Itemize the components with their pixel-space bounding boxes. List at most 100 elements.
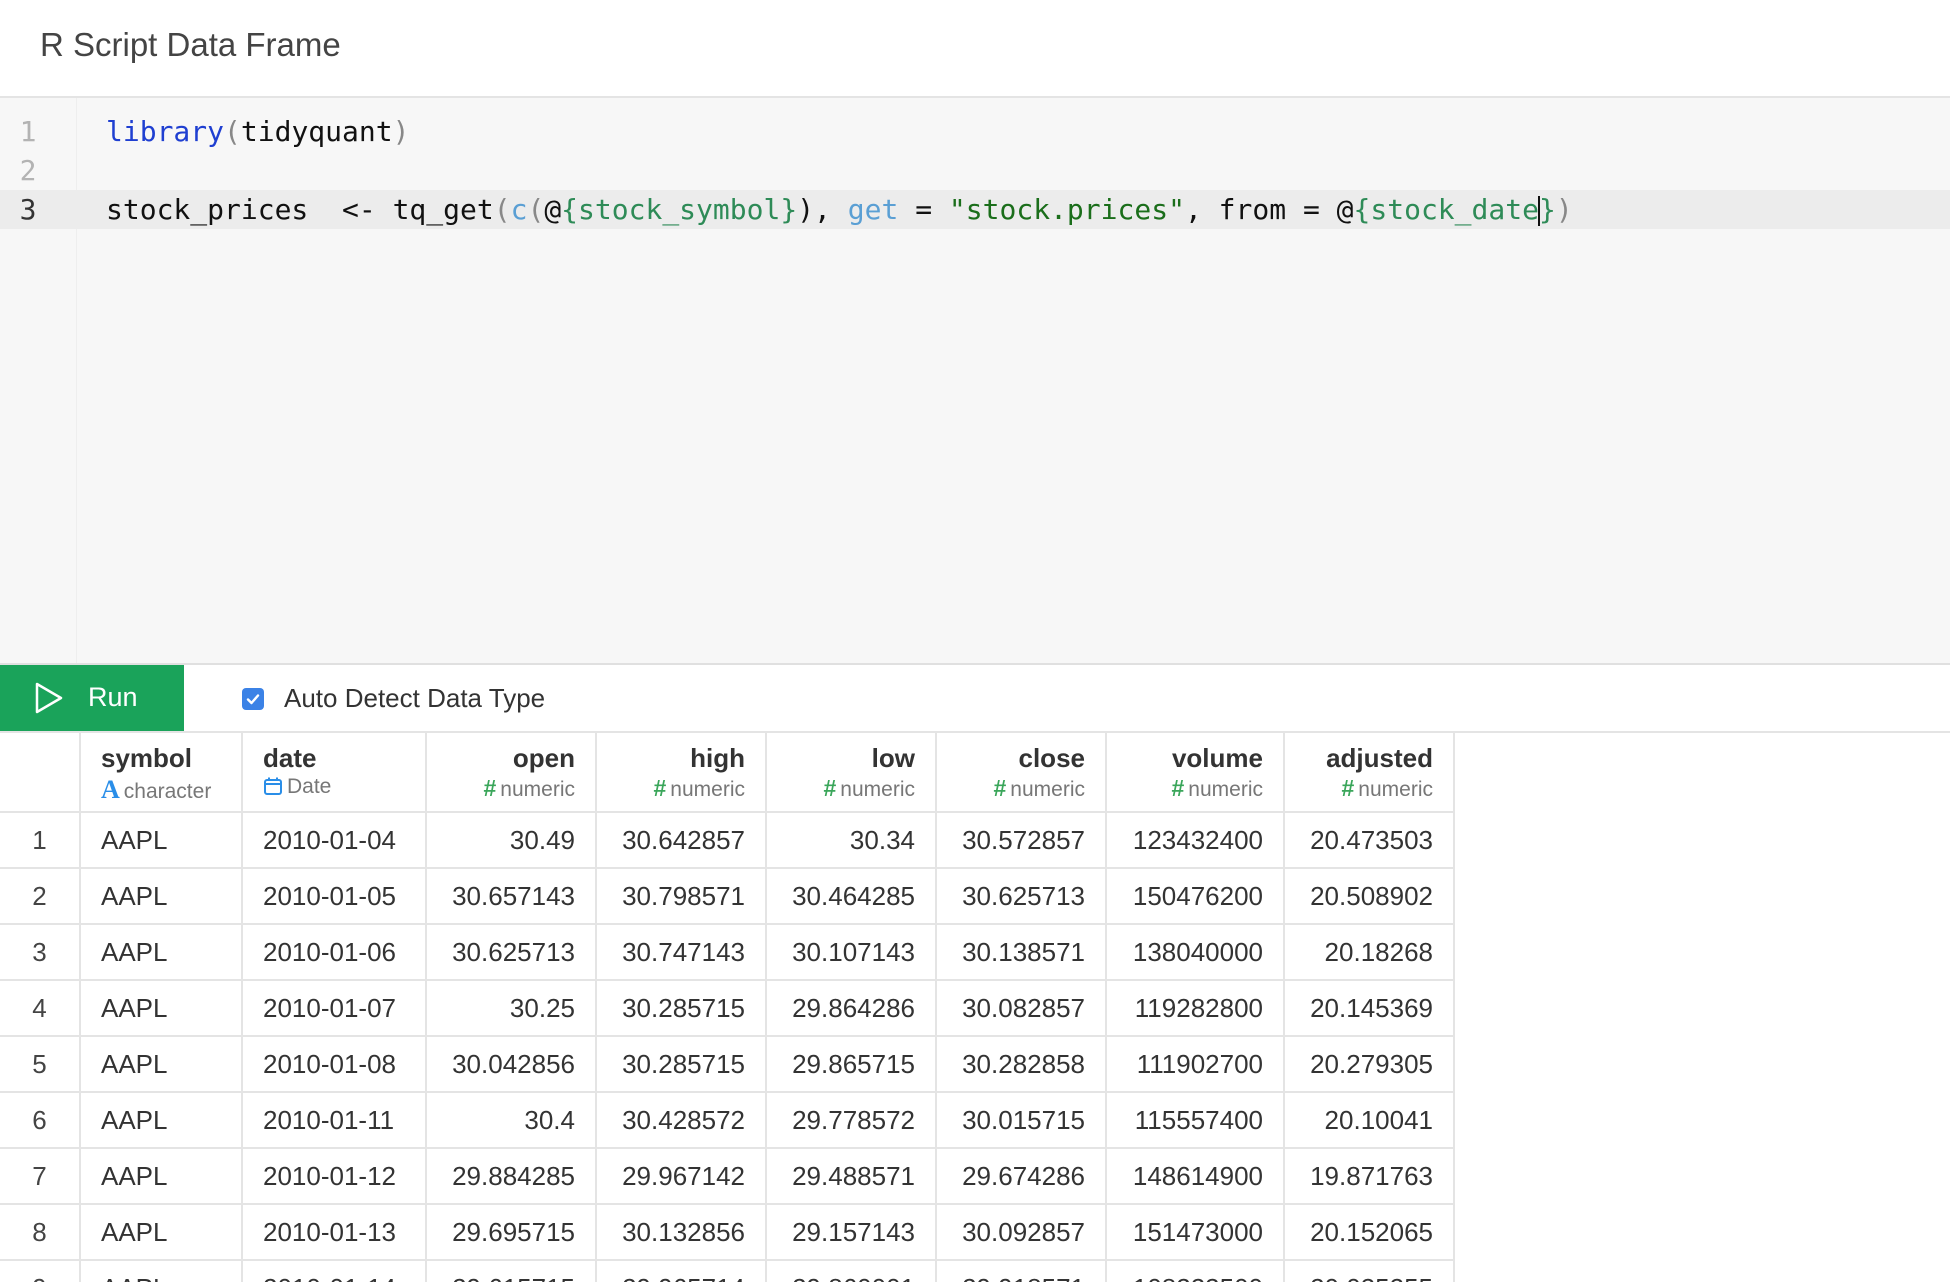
cell-low[interactable]: 29.865715 — [766, 1036, 937, 1093]
cell-high[interactable]: 30.747143 — [596, 924, 767, 981]
cell-volume[interactable]: 111902700 — [1106, 1036, 1285, 1093]
cell-low[interactable]: 29.864286 — [766, 980, 937, 1037]
cell-volume[interactable]: 151473000 — [1106, 1204, 1285, 1261]
row-number[interactable]: 9 — [0, 1260, 81, 1282]
cell-open[interactable]: 30.49 — [426, 812, 597, 869]
row-number[interactable]: 4 — [0, 980, 81, 1037]
cell-volume[interactable]: 148614900 — [1106, 1148, 1285, 1205]
column-header-volume[interactable]: volume # numeric — [1106, 733, 1285, 813]
cell-symbol[interactable]: AAPL — [80, 1260, 243, 1282]
auto-detect-checkbox[interactable] — [242, 688, 264, 710]
cell-open[interactable]: 29.695715 — [426, 1204, 597, 1261]
cell-volume[interactable]: 138040000 — [1106, 924, 1285, 981]
cell-low[interactable]: 30.464285 — [766, 868, 937, 925]
cell-volume[interactable]: 123432400 — [1106, 812, 1285, 869]
cell-symbol[interactable]: AAPL — [80, 812, 243, 869]
cell-low[interactable]: 30.34 — [766, 812, 937, 869]
column-header-high[interactable]: high # numeric — [596, 733, 767, 813]
cell-close[interactable]: 29.674286 — [936, 1148, 1107, 1205]
cell-close[interactable]: 30.282858 — [936, 1036, 1107, 1093]
cell-open[interactable]: 30.657143 — [426, 868, 597, 925]
row-number[interactable]: 7 — [0, 1148, 81, 1205]
cell-symbol[interactable]: AAPL — [80, 980, 243, 1037]
cell-low[interactable]: 29.157143 — [766, 1204, 937, 1261]
cell-date[interactable]: 2010-01-12 — [242, 1148, 427, 1205]
cell-symbol[interactable]: AAPL — [80, 1148, 243, 1205]
cell-close[interactable]: 30.082857 — [936, 980, 1107, 1037]
cell-high[interactable]: 30.428572 — [596, 1092, 767, 1149]
cell-adjusted[interactable]: 20.152065 — [1284, 1204, 1455, 1261]
column-header-low[interactable]: low # numeric — [766, 733, 937, 813]
cell-date[interactable]: 2010-01-07 — [242, 980, 427, 1037]
cell-date[interactable]: 2010-01-05 — [242, 868, 427, 925]
cell-high[interactable]: 30.798571 — [596, 868, 767, 925]
column-header-open[interactable]: open # numeric — [426, 733, 597, 813]
cell-volume[interactable]: 150476200 — [1106, 868, 1285, 925]
cell-open[interactable]: 30.625713 — [426, 924, 597, 981]
cell-symbol[interactable]: AAPL — [80, 1036, 243, 1093]
cell-adjusted[interactable]: 20.508902 — [1284, 868, 1455, 925]
cell-volume[interactable]: 108223500 — [1106, 1260, 1285, 1282]
cell-adjusted[interactable]: 20.18268 — [1284, 924, 1455, 981]
code-line[interactable]: stock_prices <- tq_get(c(@{stock_symbol}… — [0, 190, 1950, 229]
cell-high[interactable]: 29.965714 — [596, 1260, 767, 1282]
cell-date[interactable]: 2010-01-06 — [242, 924, 427, 981]
cell-close[interactable]: 30.015715 — [936, 1092, 1107, 1149]
cell-date[interactable]: 2010-01-11 — [242, 1092, 427, 1149]
cell-low[interactable]: 29.860001 — [766, 1260, 937, 1282]
column-header-adjusted[interactable]: adjusted # numeric — [1284, 733, 1455, 813]
checkmark-icon — [246, 694, 260, 705]
cell-open[interactable]: 29.884285 — [426, 1148, 597, 1205]
cell-adjusted[interactable]: 19.871763 — [1284, 1148, 1455, 1205]
cell-high[interactable]: 30.132856 — [596, 1204, 767, 1261]
table-row: 2 AAPL 2010-01-05 30.657143 30.798571 30.4642… — [0, 868, 1455, 925]
cell-date[interactable]: 2010-01-08 — [242, 1036, 427, 1093]
cell-low[interactable]: 29.488571 — [766, 1148, 937, 1205]
run-button[interactable]: Run — [0, 665, 184, 731]
cell-date[interactable]: 2010-01-14 — [242, 1260, 427, 1282]
cell-symbol[interactable]: AAPL — [80, 1092, 243, 1149]
table-row: 1 AAPL 2010-01-04 30.49 30.642857 30.34 30.572… — [0, 812, 1455, 869]
cell-close[interactable]: 30.138571 — [936, 924, 1107, 981]
cell-symbol[interactable]: AAPL — [80, 868, 243, 925]
code-line[interactable]: library(tidyquant) — [0, 112, 1950, 151]
cell-date[interactable]: 2010-01-04 — [242, 812, 427, 869]
row-number[interactable]: 8 — [0, 1204, 81, 1261]
cell-close[interactable]: 30.092857 — [936, 1204, 1107, 1261]
code-line[interactable] — [0, 151, 1950, 190]
cell-close[interactable]: 30.625713 — [936, 868, 1107, 925]
cell-low[interactable]: 29.778572 — [766, 1092, 937, 1149]
column-header-date[interactable]: date Date — [242, 733, 427, 813]
row-number[interactable]: 3 — [0, 924, 81, 981]
row-number[interactable]: 6 — [0, 1092, 81, 1149]
cell-adjusted[interactable]: 20.473503 — [1284, 812, 1455, 869]
cell-high[interactable]: 29.967142 — [596, 1148, 767, 1205]
cell-adjusted[interactable]: 20.10041 — [1284, 1092, 1455, 1149]
cell-date[interactable]: 2010-01-13 — [242, 1204, 427, 1261]
cell-symbol[interactable]: AAPL — [80, 924, 243, 981]
row-number[interactable]: 1 — [0, 812, 81, 869]
cell-open[interactable]: 30.4 — [426, 1092, 597, 1149]
cell-symbol[interactable]: AAPL — [80, 1204, 243, 1261]
cell-adjusted[interactable]: 20.035255 — [1284, 1260, 1455, 1282]
column-header-symbol[interactable]: symbol Acharacter — [80, 733, 243, 813]
cell-high[interactable]: 30.285715 — [596, 980, 767, 1037]
cell-volume[interactable]: 115557400 — [1106, 1092, 1285, 1149]
cell-adjusted[interactable]: 20.145369 — [1284, 980, 1455, 1037]
cell-volume[interactable]: 119282800 — [1106, 980, 1285, 1037]
cell-low[interactable]: 30.107143 — [766, 924, 937, 981]
cell-open[interactable]: 29.615715 — [426, 1260, 597, 1282]
column-header-close[interactable]: close # numeric — [936, 733, 1107, 813]
cell-close[interactable]: 30.572857 — [936, 812, 1107, 869]
cell-open[interactable]: 30.25 — [426, 980, 597, 1037]
cell-close[interactable]: 29.918571 — [936, 1260, 1107, 1282]
cell-high[interactable]: 30.285715 — [596, 1036, 767, 1093]
code-editor[interactable]: 1 library(tidyquant) 2 3 stock_prices <- tq_… — [0, 98, 1950, 665]
data-table-container[interactable]: symbol Acharacter date Date open # numeric high… — [0, 733, 1950, 1282]
row-number[interactable]: 2 — [0, 868, 81, 925]
cell-high[interactable]: 30.642857 — [596, 812, 767, 869]
run-button-label: Run — [88, 682, 138, 712]
cell-open[interactable]: 30.042856 — [426, 1036, 597, 1093]
row-number[interactable]: 5 — [0, 1036, 81, 1093]
cell-adjusted[interactable]: 20.279305 — [1284, 1036, 1455, 1093]
